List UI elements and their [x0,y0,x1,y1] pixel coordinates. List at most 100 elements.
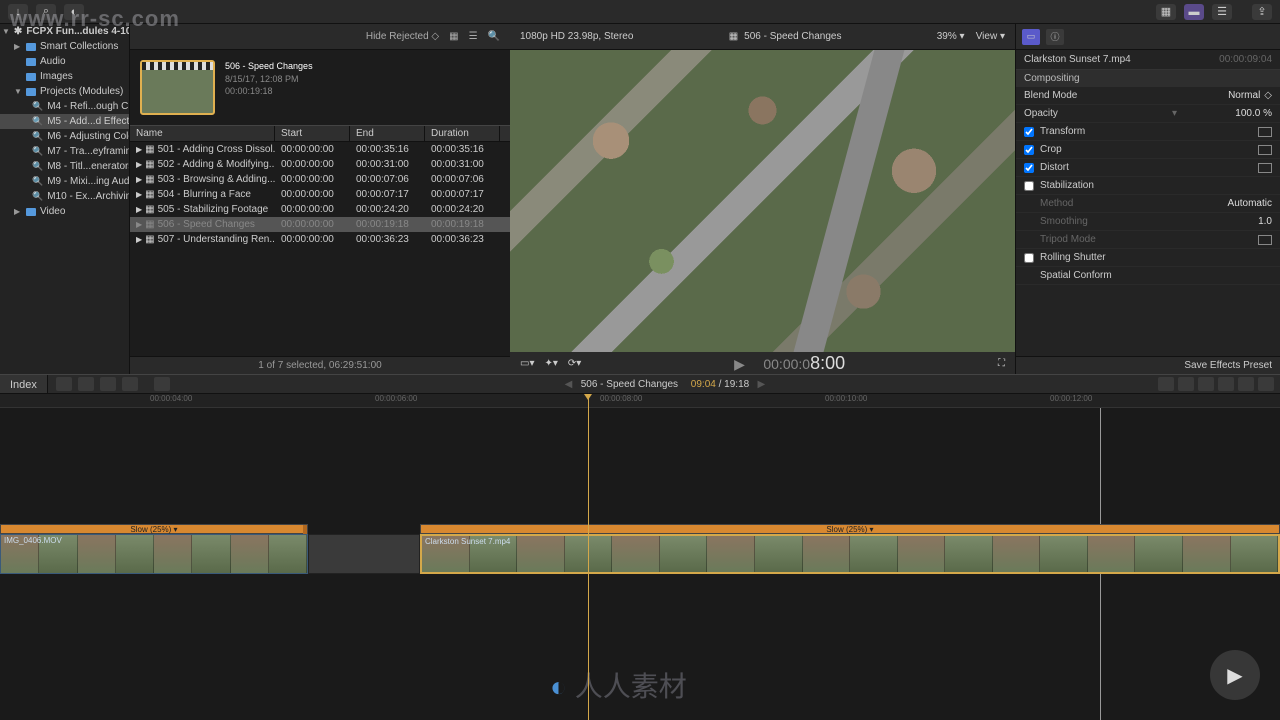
crop-check[interactable] [1024,145,1034,155]
library-root[interactable]: ▼ ✱ FCPX Fun...dules 4-10) [0,24,129,39]
skimming-button[interactable] [1158,377,1174,391]
audio-skimming-button[interactable] [1178,377,1194,391]
timeline-index-button[interactable]: Index [0,375,48,393]
sidebar-item[interactable]: ▶Smart Collections [0,39,129,54]
retime-dropdown[interactable]: ⟳▾ [568,358,581,369]
col-name[interactable]: Name [130,126,275,141]
enhance-dropdown[interactable]: ✦▾ [544,358,557,369]
transform-row[interactable]: Transform [1016,123,1280,141]
solo-button[interactable] [1198,377,1214,391]
insert-clip-button[interactable] [78,377,94,391]
distort-check[interactable] [1024,163,1034,173]
append-clip-button[interactable] [100,377,116,391]
project-metadata: 506 - Speed Changes 8/15/17, 12:08 PM 00… [225,60,313,98]
layout-browser-button[interactable]: ▦ [1156,4,1176,20]
method-row: Method Automatic [1016,195,1280,213]
timeline-ruler[interactable]: 00:00:04:00 00:00:06:00 00:00:08:00 00:0… [0,394,1280,408]
viewer-canvas[interactable] [510,50,1015,352]
playhead[interactable] [588,394,589,720]
clip-row[interactable]: ▶ ▦ 502 - Adding & Modifying...00:00:00:… [130,157,510,172]
transform-check[interactable] [1024,127,1034,137]
sidebar-item[interactable]: Audio [0,54,129,69]
sidebar-item[interactable]: 🔍M5 - Add...d Effects [0,114,129,129]
arrow-tool-dropdown[interactable] [154,377,170,391]
clip-row[interactable]: ▶ ▦ 506 - Speed Changes00:00:00:0000:00:… [130,217,510,232]
col-end[interactable]: End [350,126,425,141]
sidebar-item[interactable]: 🔍M4 - Refi...ough Cut [0,99,129,114]
distort-row[interactable]: Distort [1016,159,1280,177]
hide-rejected-dropdown[interactable]: Hide Rejected ◇ [366,31,439,42]
stabilization-check[interactable] [1024,181,1034,191]
spatial-conform-row[interactable]: Spatial Conform [1016,267,1280,285]
play-overlay-icon: ▶ [1210,650,1260,700]
browser-status: 1 of 7 selected, 06:29:51:00 [130,356,510,374]
timeline-project-name: 506 - Speed Changes [581,379,678,390]
sidebar-item[interactable]: 🔍M8 - Titl...enerators [0,159,129,174]
sidebar-item[interactable]: 🔍M6 - Adjusting Color [0,129,129,144]
transform-icon[interactable] [1258,127,1272,137]
video-inspector-tab[interactable]: ▭ [1022,29,1040,45]
col-duration[interactable]: Duration [425,126,500,141]
overwrite-clip-button[interactable] [122,377,138,391]
zoom-dropdown[interactable]: 39% ▾ [937,31,965,42]
speed-bar-1[interactable]: Slow (25%) ▾ [0,524,308,534]
speed-bar-2[interactable]: Slow (25%) ▾ [420,524,1280,534]
viewer-timecode: ▶ 00:00:08:00 [591,353,988,374]
share-button[interactable]: ⇪ [1252,4,1272,20]
blend-mode-row[interactable]: Blend Mode Normal◇ [1016,87,1280,105]
fullscreen-button[interactable]: ⛶ [998,358,1005,369]
opacity-row[interactable]: Opacity ▾ 100.0 % [1016,105,1280,123]
search-icon[interactable]: 🔍 [488,31,500,42]
clip-row[interactable]: ▶ ▦ 507 - Understanding Ren...00:00:00:0… [130,232,510,247]
transform-tool-dropdown[interactable]: ▭▾ [520,358,534,369]
list-view-button[interactable]: ☰ [469,31,478,42]
clip-row[interactable]: ▶ ▦ 501 - Adding Cross Dissol...00:00:00… [130,142,510,157]
timeline-history-back[interactable]: ◀ [565,379,573,390]
sidebar-item[interactable]: ▶Video [0,204,129,219]
info-inspector-tab[interactable]: ⓘ [1046,29,1064,45]
clip-row[interactable]: ▶ ▦ 503 - Browsing & Adding...00:00:00:0… [130,172,510,187]
transitions-browser-button[interactable] [1258,377,1274,391]
snapping-button[interactable] [1218,377,1234,391]
layout-timeline-button[interactable]: ▬ [1184,4,1204,20]
timeline-clip-1[interactable]: Slow (25%) ▾ IMG_0406.MOV [0,524,308,574]
distort-icon[interactable] [1258,163,1272,173]
watermark-text: ◐ 人人素材 [550,665,687,705]
view-dropdown[interactable]: View ▾ [976,31,1005,42]
clip-table-header: Name Start End Duration [130,125,510,142]
layout-inspector-button[interactable]: ☰ [1212,4,1232,20]
sidebar-item[interactable]: ▼Projects (Modules) [0,84,129,99]
save-effects-preset-button[interactable]: Save Effects Preset [1016,356,1280,374]
timeline-history-fwd[interactable]: ▶ [758,379,766,390]
library-sidebar: ▼ ✱ FCPX Fun...dules 4-10) ▶Smart Collec… [0,24,130,374]
import-button[interactable]: ↓ [8,4,28,20]
play-button[interactable]: ▶ [734,356,745,372]
sidebar-item[interactable]: 🔍M9 - Mixi...ing Audio [0,174,129,189]
crop-icon[interactable] [1258,145,1272,155]
timeline[interactable]: 00:00:04:00 00:00:06:00 00:00:08:00 00:0… [0,394,1280,720]
stabilization-row[interactable]: Stabilization [1016,177,1280,195]
timeline-header: Index ◀ 506 - Speed Changes 09:04 / 19:1… [0,374,1280,394]
connect-clip-button[interactable] [56,377,72,391]
group-button[interactable]: ▦ [449,31,458,42]
col-start[interactable]: Start [275,126,350,141]
viewer-title: 506 - Speed Changes [744,31,841,42]
rolling-shutter-row[interactable]: Rolling Shutter [1016,249,1280,267]
project-thumbnail[interactable] [140,60,215,115]
viewer-format: 1080p HD 23.98p, Stereo [520,31,633,42]
effects-browser-button[interactable] [1238,377,1254,391]
crop-row[interactable]: Crop [1016,141,1280,159]
top-toolbar: ↓ ⌕ ◐ ▦ ▬ ☰ ⇪ [0,0,1280,24]
clip-row[interactable]: ▶ ▦ 504 - Blurring a Face00:00:00:0000:0… [130,187,510,202]
gap-clip[interactable] [308,534,420,574]
sidebar-item[interactable]: 🔍M7 - Tra...eyframing [0,144,129,159]
sidebar-item[interactable]: 🔍M10 - Ex...Archiving [0,189,129,204]
rolling-shutter-check[interactable] [1024,253,1034,263]
sidebar-item[interactable]: Images [0,69,129,84]
timeline-clip-2[interactable]: Slow (25%) ▾ Clarkston Sunset 7.mp4 [420,524,1280,574]
clip-row[interactable]: ▶ ▦ 505 - Stabilizing Footage00:00:00:00… [130,202,510,217]
compositing-header: Compositing [1016,70,1280,87]
keyword-button[interactable]: ⌕ [36,4,56,20]
bg-tasks-button[interactable]: ◐ [64,4,84,20]
inspector-clip-time: 00:00:09:04 [1219,54,1272,65]
